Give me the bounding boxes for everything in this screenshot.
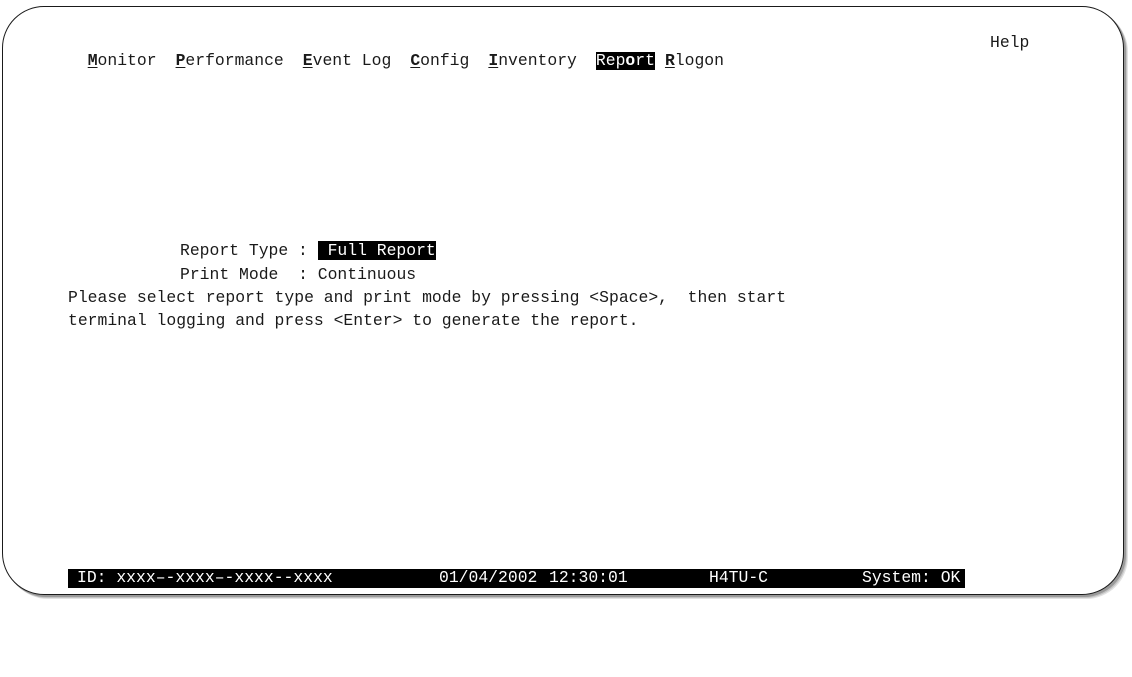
print-mode-row: Print Mode : Continuous xyxy=(180,266,416,284)
menu-rlogon-label: logon xyxy=(674,51,724,70)
print-mode-label: Print Mode xyxy=(180,265,279,284)
menu-report-label-start: Rep xyxy=(595,51,626,70)
menu-performance-hotkey: P xyxy=(175,51,186,70)
menu-event-log[interactable]: Event Log xyxy=(303,52,392,70)
report-type-field[interactable]: Full Report xyxy=(317,241,436,260)
print-mode-separator: : xyxy=(298,265,308,284)
status-system: System: OK xyxy=(862,568,961,587)
menu-help[interactable]: Help xyxy=(990,34,1029,52)
menu-config[interactable]: Config xyxy=(410,52,469,70)
menu-inventory-label: nventory xyxy=(498,51,577,70)
report-type-label: Report Type xyxy=(180,241,289,260)
menu-monitor-hotkey: M xyxy=(87,51,98,70)
menu-performance-label: erformance xyxy=(185,51,284,70)
menu-monitor-label: onitor xyxy=(97,51,157,70)
menu-config-hotkey: C xyxy=(410,51,421,70)
menu-config-label: onfig xyxy=(420,51,470,70)
menu-report-label-end: rt xyxy=(635,51,655,70)
report-type-row: Report Type : Full Report xyxy=(180,241,436,260)
menu-rlogon[interactable]: Rlogon xyxy=(665,52,724,70)
menu-monitor[interactable]: Monitor xyxy=(88,52,157,70)
menu-report-hotkey: o xyxy=(625,51,636,70)
status-unit: H4TU-C xyxy=(709,568,769,587)
print-mode-field[interactable]: Continuous xyxy=(318,265,416,284)
menu-bar: Monitor Performance Event Log Config Invento… xyxy=(68,34,1029,88)
menu-event-log-label: vent Log xyxy=(312,51,392,70)
menu-inventory[interactable]: Inventory xyxy=(488,52,577,70)
status-time: 12:30:01 xyxy=(549,568,628,587)
instructions-line-2: terminal logging and press <Enter> to ge… xyxy=(68,311,639,330)
menu-inventory-hotkey: I xyxy=(488,51,499,70)
status-bar: ID: xxxx–-xxxx–-xxxx--xxxx 01/04/2002 12… xyxy=(68,569,965,588)
menu-performance[interactable]: Performance xyxy=(176,52,284,70)
status-date: 01/04/2002 xyxy=(439,568,538,587)
menu-report[interactable]: Report xyxy=(595,51,655,70)
status-id: ID: xxxx–-xxxx–-xxxx--xxxx xyxy=(77,568,333,587)
report-type-separator: : xyxy=(298,241,308,260)
menu-event-log-hotkey: E xyxy=(302,51,313,70)
instructions-line-1: Please select report type and print mode… xyxy=(68,288,787,307)
menu-rlogon-hotkey: R xyxy=(664,51,675,70)
